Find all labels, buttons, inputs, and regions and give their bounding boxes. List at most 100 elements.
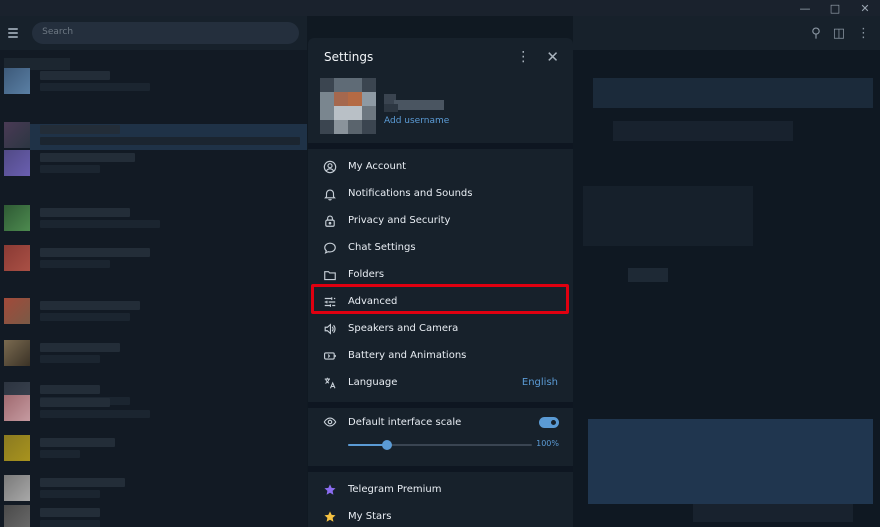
- chat-avatar-blurred: [4, 505, 30, 527]
- chat-title-blurred: [40, 125, 120, 134]
- menu-item-chat-settings[interactable]: Chat Settings: [308, 234, 573, 261]
- chat-title-blurred: [40, 398, 110, 407]
- chat-list-item[interactable]: [0, 245, 307, 271]
- conversation-panel: ⚲ ◫ ⋮: [573, 16, 880, 527]
- conversation-header: ⚲ ◫ ⋮: [573, 16, 880, 50]
- lock-icon: [322, 213, 338, 229]
- eye-icon: [322, 414, 338, 430]
- chat-list-item[interactable]: [0, 150, 307, 176]
- menu-item-telegram-premium[interactable]: Telegram Premium: [308, 476, 573, 503]
- chat-preview-blurred: [40, 220, 160, 228]
- scale-toggle[interactable]: [539, 416, 559, 428]
- menu-item-privacy[interactable]: Privacy and Security: [308, 207, 573, 234]
- slider-fill: [348, 444, 387, 446]
- chat-preview-blurred: [40, 313, 130, 321]
- menu-item-speakers-camera[interactable]: Speakers and Camera: [308, 315, 573, 342]
- chat-preview-blurred: [40, 83, 150, 91]
- settings-title: Settings: [324, 50, 374, 64]
- menu-item-my-stars[interactable]: My Stars: [308, 503, 573, 527]
- blurred-message: [588, 419, 873, 504]
- scale-value: 100%: [536, 439, 559, 448]
- chat-title-blurred: [40, 153, 135, 162]
- chat-preview-blurred: [40, 165, 100, 173]
- star-premium-icon: [322, 482, 338, 498]
- user-circle-icon: [322, 159, 338, 175]
- more-vertical-icon[interactable]: ⋮: [857, 26, 870, 41]
- scale-label: Default interface scale: [348, 416, 462, 428]
- search-input[interactable]: Search: [32, 22, 299, 44]
- blurred-input: [693, 504, 853, 522]
- menu-item-battery[interactable]: Battery and Animations: [308, 342, 573, 369]
- chat-avatar-blurred: [4, 395, 30, 421]
- chat-list-item[interactable]: [0, 122, 307, 148]
- chat-list-item[interactable]: [0, 298, 307, 324]
- menu-item-language[interactable]: Language English: [308, 369, 573, 396]
- chat-preview-blurred: [40, 520, 100, 527]
- add-username-link[interactable]: Add username: [384, 116, 449, 126]
- sliders-icon: [322, 294, 338, 310]
- menu-item-folders[interactable]: Folders: [308, 261, 573, 288]
- chat-title-blurred: [40, 478, 125, 487]
- blurred-message: [593, 78, 873, 108]
- settings-menu: My Account Notifications and Sounds Priv…: [308, 149, 573, 396]
- speaker-icon: [322, 321, 338, 337]
- sidebar-toggle-icon[interactable]: ◫: [833, 26, 845, 41]
- chat-preview-blurred: [40, 410, 150, 418]
- avatar[interactable]: [320, 78, 376, 134]
- chat-avatar-blurred: [4, 150, 30, 176]
- chat-preview-blurred: [40, 490, 100, 498]
- settings-header: Settings ⋮ ✕: [308, 38, 573, 76]
- chat-avatar-blurred: [4, 205, 30, 231]
- chat-title-blurred: [40, 438, 115, 447]
- chat-list-item[interactable]: [0, 435, 307, 461]
- close-icon[interactable]: ✕: [546, 48, 559, 66]
- maximize-icon[interactable]: □: [820, 0, 850, 16]
- chat-preview-blurred: [40, 450, 80, 458]
- chat-title-blurred: [40, 208, 130, 217]
- translate-icon: [322, 375, 338, 391]
- menu-item-notifications[interactable]: Notifications and Sounds: [308, 180, 573, 207]
- blurred-message: [613, 121, 793, 141]
- chat-title-blurred: [40, 508, 100, 517]
- profile-section[interactable]: [308, 76, 573, 143]
- bell-icon: [322, 186, 338, 202]
- chat-list-header: Search: [0, 16, 307, 50]
- star-icon: [322, 509, 338, 525]
- chat-title-blurred: [40, 385, 100, 394]
- chat-list-item[interactable]: [0, 205, 307, 231]
- chat-list-item[interactable]: [0, 340, 307, 366]
- slider-knob[interactable]: [381, 440, 392, 450]
- extras-menu: Telegram Premium My Stars: [308, 472, 573, 527]
- chat-preview-blurred: [40, 355, 100, 363]
- chat-title-blurred: [40, 248, 150, 257]
- chat-list-item[interactable]: [0, 475, 307, 501]
- interface-scale-section: Default interface scale 100%: [308, 408, 573, 466]
- menu-item-my-account[interactable]: My Account: [308, 153, 573, 180]
- chat-title-blurred: [40, 71, 110, 80]
- folder-icon: [322, 267, 338, 283]
- chat-list-item[interactable]: [0, 505, 307, 527]
- settings-dialog: Settings ⋮ ✕ Add username My Account Not…: [308, 38, 573, 527]
- chat-avatar-blurred: [4, 475, 30, 501]
- chat-bubble-icon: [322, 240, 338, 256]
- window-titlebar: — □ ✕: [0, 0, 880, 16]
- chat-list-item[interactable]: [0, 395, 307, 421]
- chat-title-blurred: [40, 301, 140, 310]
- chat-avatar-blurred: [4, 68, 30, 94]
- blurred-message: [583, 186, 753, 246]
- chat-list-panel: Search: [0, 16, 307, 527]
- chat-avatar-blurred: [4, 435, 30, 461]
- search-icon[interactable]: ⚲: [811, 26, 821, 41]
- battery-icon: [322, 348, 338, 364]
- minimize-icon[interactable]: —: [790, 0, 820, 16]
- chat-list-item[interactable]: [0, 68, 307, 94]
- chat-title-blurred: [40, 343, 120, 352]
- blurred-message: [628, 268, 668, 282]
- chat-preview-blurred: [40, 137, 300, 145]
- scale-slider[interactable]: 100%: [322, 436, 573, 456]
- menu-item-advanced[interactable]: Advanced: [308, 288, 573, 315]
- menu-icon[interactable]: [8, 28, 19, 38]
- close-window-icon[interactable]: ✕: [850, 0, 880, 16]
- more-vertical-icon[interactable]: ⋮: [516, 49, 530, 65]
- chat-avatar-blurred: [4, 340, 30, 366]
